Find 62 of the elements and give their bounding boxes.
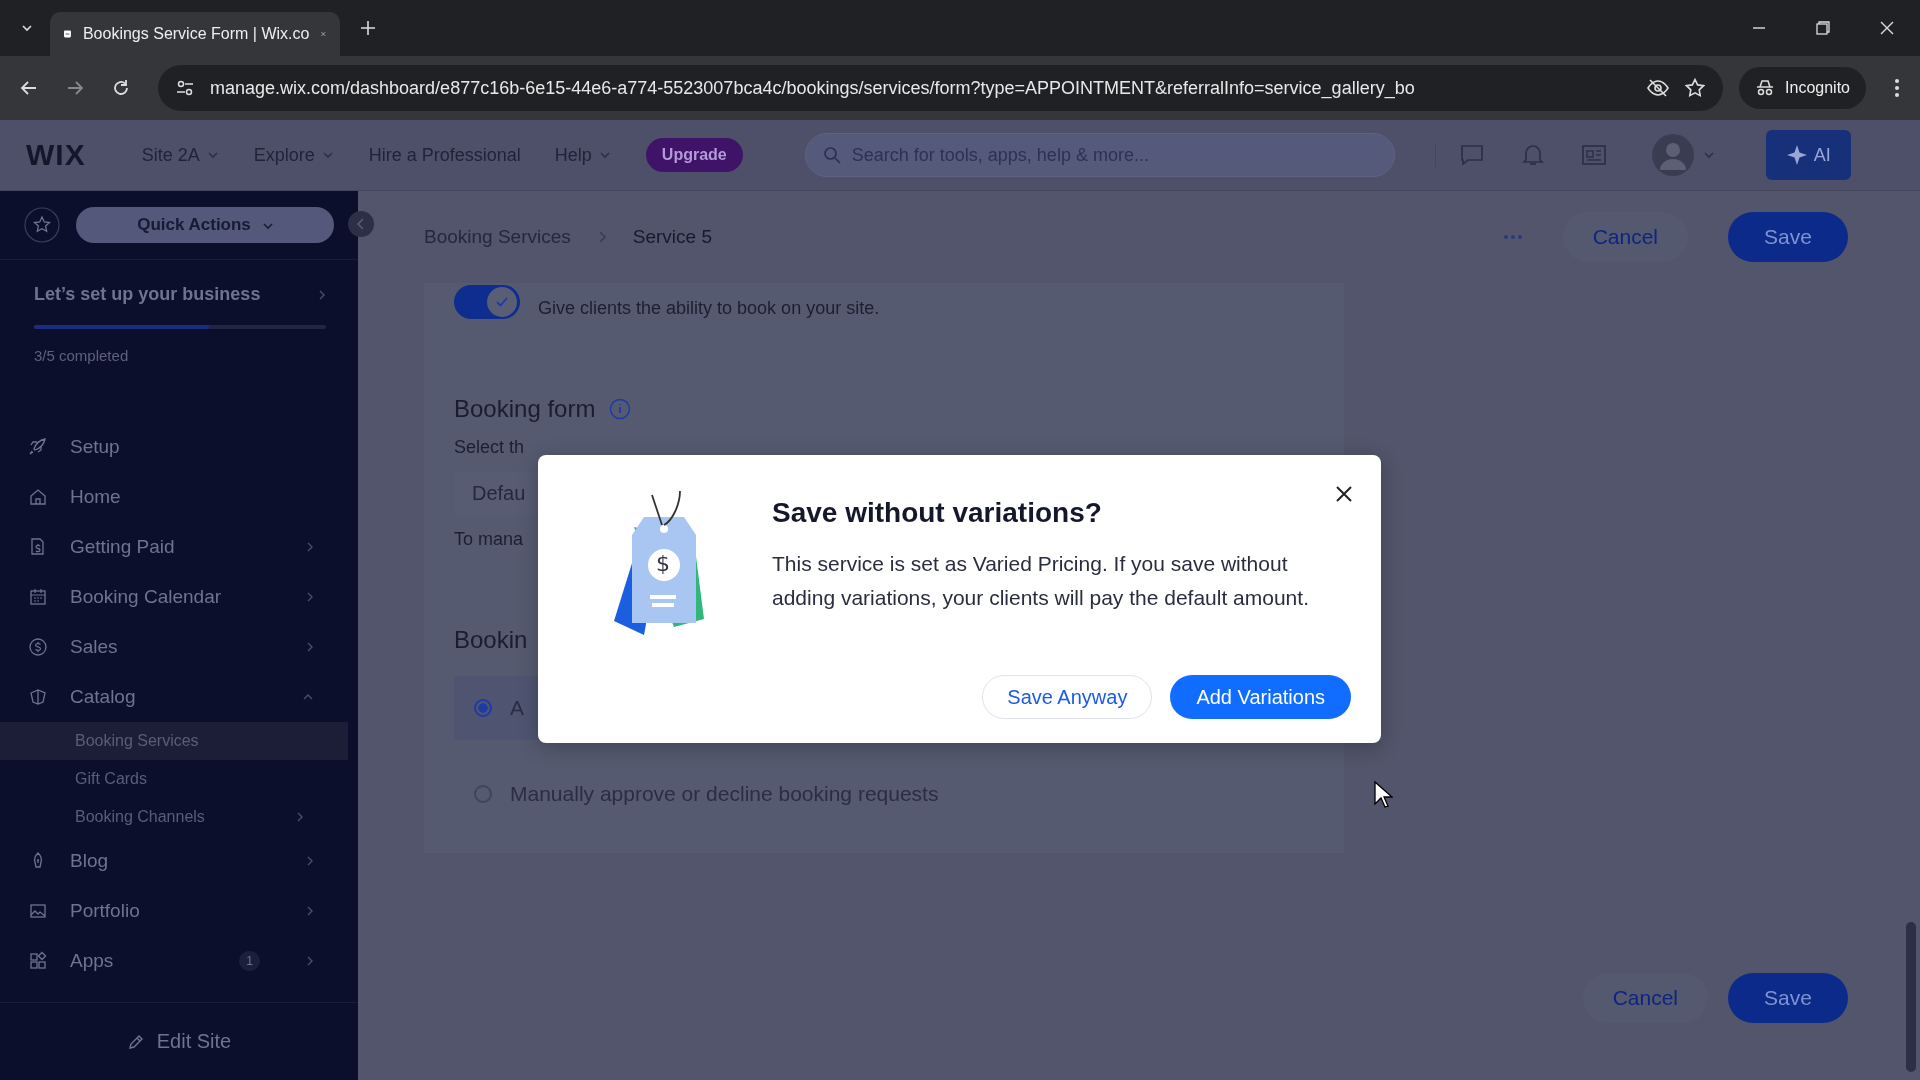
upgrade-button[interactable]: Upgrade — [645, 138, 743, 172]
save-anyway-button[interactable]: Save Anyway — [982, 675, 1153, 719]
sidebar-item[interactable]: Sales — [0, 622, 358, 672]
note-text: To mana — [454, 529, 524, 550]
quick-actions-button[interactable]: Quick Actions — [76, 207, 334, 243]
dollar-circle-icon — [28, 637, 48, 657]
breadcrumb-current: Service 5 — [632, 226, 712, 248]
dialog-title: Save without variations? — [772, 497, 1103, 529]
progress-text: 3/5 completed — [34, 347, 130, 364]
dialog-message: This service is set as Varied Pricing. If you save without adding variations, your clients will pay the default amount. — [772, 551, 1310, 611]
incognito-icon — [1755, 79, 1776, 97]
toggle-description: Give clients the ability to book on your site. — [538, 298, 880, 319]
incognito-button[interactable]: Incognito — [1739, 67, 1866, 109]
setup-title[interactable]: Let’s set up your business — [34, 284, 261, 305]
address-bar[interactable]: manage.wix.com/dashboard/e877c16b-6e15-44e6-a774-5523007bca4c/bookings/services/form?type=APPOINTMENT&referralInfo=service_gallery_bo — [158, 65, 1724, 111]
search-icon — [822, 146, 841, 164]
mouse-pointer-icon — [1373, 780, 1393, 808]
close-icon[interactable] — [1335, 485, 1353, 503]
chevron-right-icon — [596, 230, 607, 244]
rocket-icon — [28, 437, 48, 457]
back-icon[interactable] — [20, 79, 38, 97]
radio-button[interactable] — [474, 785, 492, 803]
sidebar-subitem[interactable]: Gift Cards — [0, 760, 348, 798]
sidebar-item[interactable]: Home — [0, 472, 358, 522]
sidebar-item[interactable]: Apps 1 — [0, 936, 358, 986]
save-button[interactable]: Save — [1728, 973, 1848, 1023]
new-tab-icon[interactable] — [360, 20, 376, 36]
sidebar-item[interactable]: Getting Paid — [0, 522, 358, 572]
more-icon[interactable] — [1894, 78, 1900, 98]
eye-slash-icon[interactable] — [1647, 79, 1670, 97]
sidebar-subitem[interactable]: Booking Services — [0, 722, 348, 760]
forward-icon[interactable] — [66, 79, 84, 97]
sidebar-subitem[interactable]: Booking Channels — [0, 798, 348, 836]
count-badge: 1 — [239, 951, 260, 971]
section-description: Select th — [454, 437, 525, 458]
wix-logo[interactable]: WIX — [26, 138, 86, 172]
house-icon — [28, 487, 48, 507]
sidebar-item[interactable]: Setup — [0, 422, 358, 472]
sidebar-item[interactable]: Catalog — [0, 672, 358, 722]
site-info-icon — [176, 79, 194, 97]
check-icon — [495, 296, 509, 308]
url-text: manage.wix.com/dashboard/e877c16b-6e15-44e6-a774-5523007bca4c/bookings/services/form?type=APPOINTMENT&referralInfo=service_gallery_bo — [210, 77, 1415, 99]
restore-icon[interactable] — [1816, 21, 1830, 35]
image-icon — [28, 901, 48, 921]
reload-icon[interactable] — [112, 79, 130, 97]
browser-tab[interactable]: Bookings Service Form | Wix.co — [50, 12, 340, 56]
section-title: Booking form — [454, 395, 596, 423]
calendar-icon — [28, 587, 48, 607]
add-variations-button[interactable]: Add Variations — [1170, 675, 1351, 719]
ai-button[interactable]: AI — [1765, 130, 1851, 180]
apps-icon — [28, 951, 48, 971]
toggle-switch[interactable] — [454, 285, 520, 319]
sidebar-item[interactable]: Booking Calendar — [0, 572, 358, 622]
edit-site-button[interactable]: Edit Site — [0, 1002, 358, 1080]
sidebar-item[interactable]: Portfolio — [0, 886, 358, 936]
tab-title[interactable]: Bookings Service Form | Wix.co — [82, 25, 310, 43]
dollar-sign: $ — [656, 551, 670, 576]
collapse-icon[interactable] — [348, 211, 374, 237]
sidebar-item[interactable]: Blog — [0, 836, 358, 886]
radio-button[interactable] — [474, 699, 492, 717]
save-button[interactable]: Save — [1728, 212, 1848, 262]
section-title: Bookin — [454, 626, 528, 654]
